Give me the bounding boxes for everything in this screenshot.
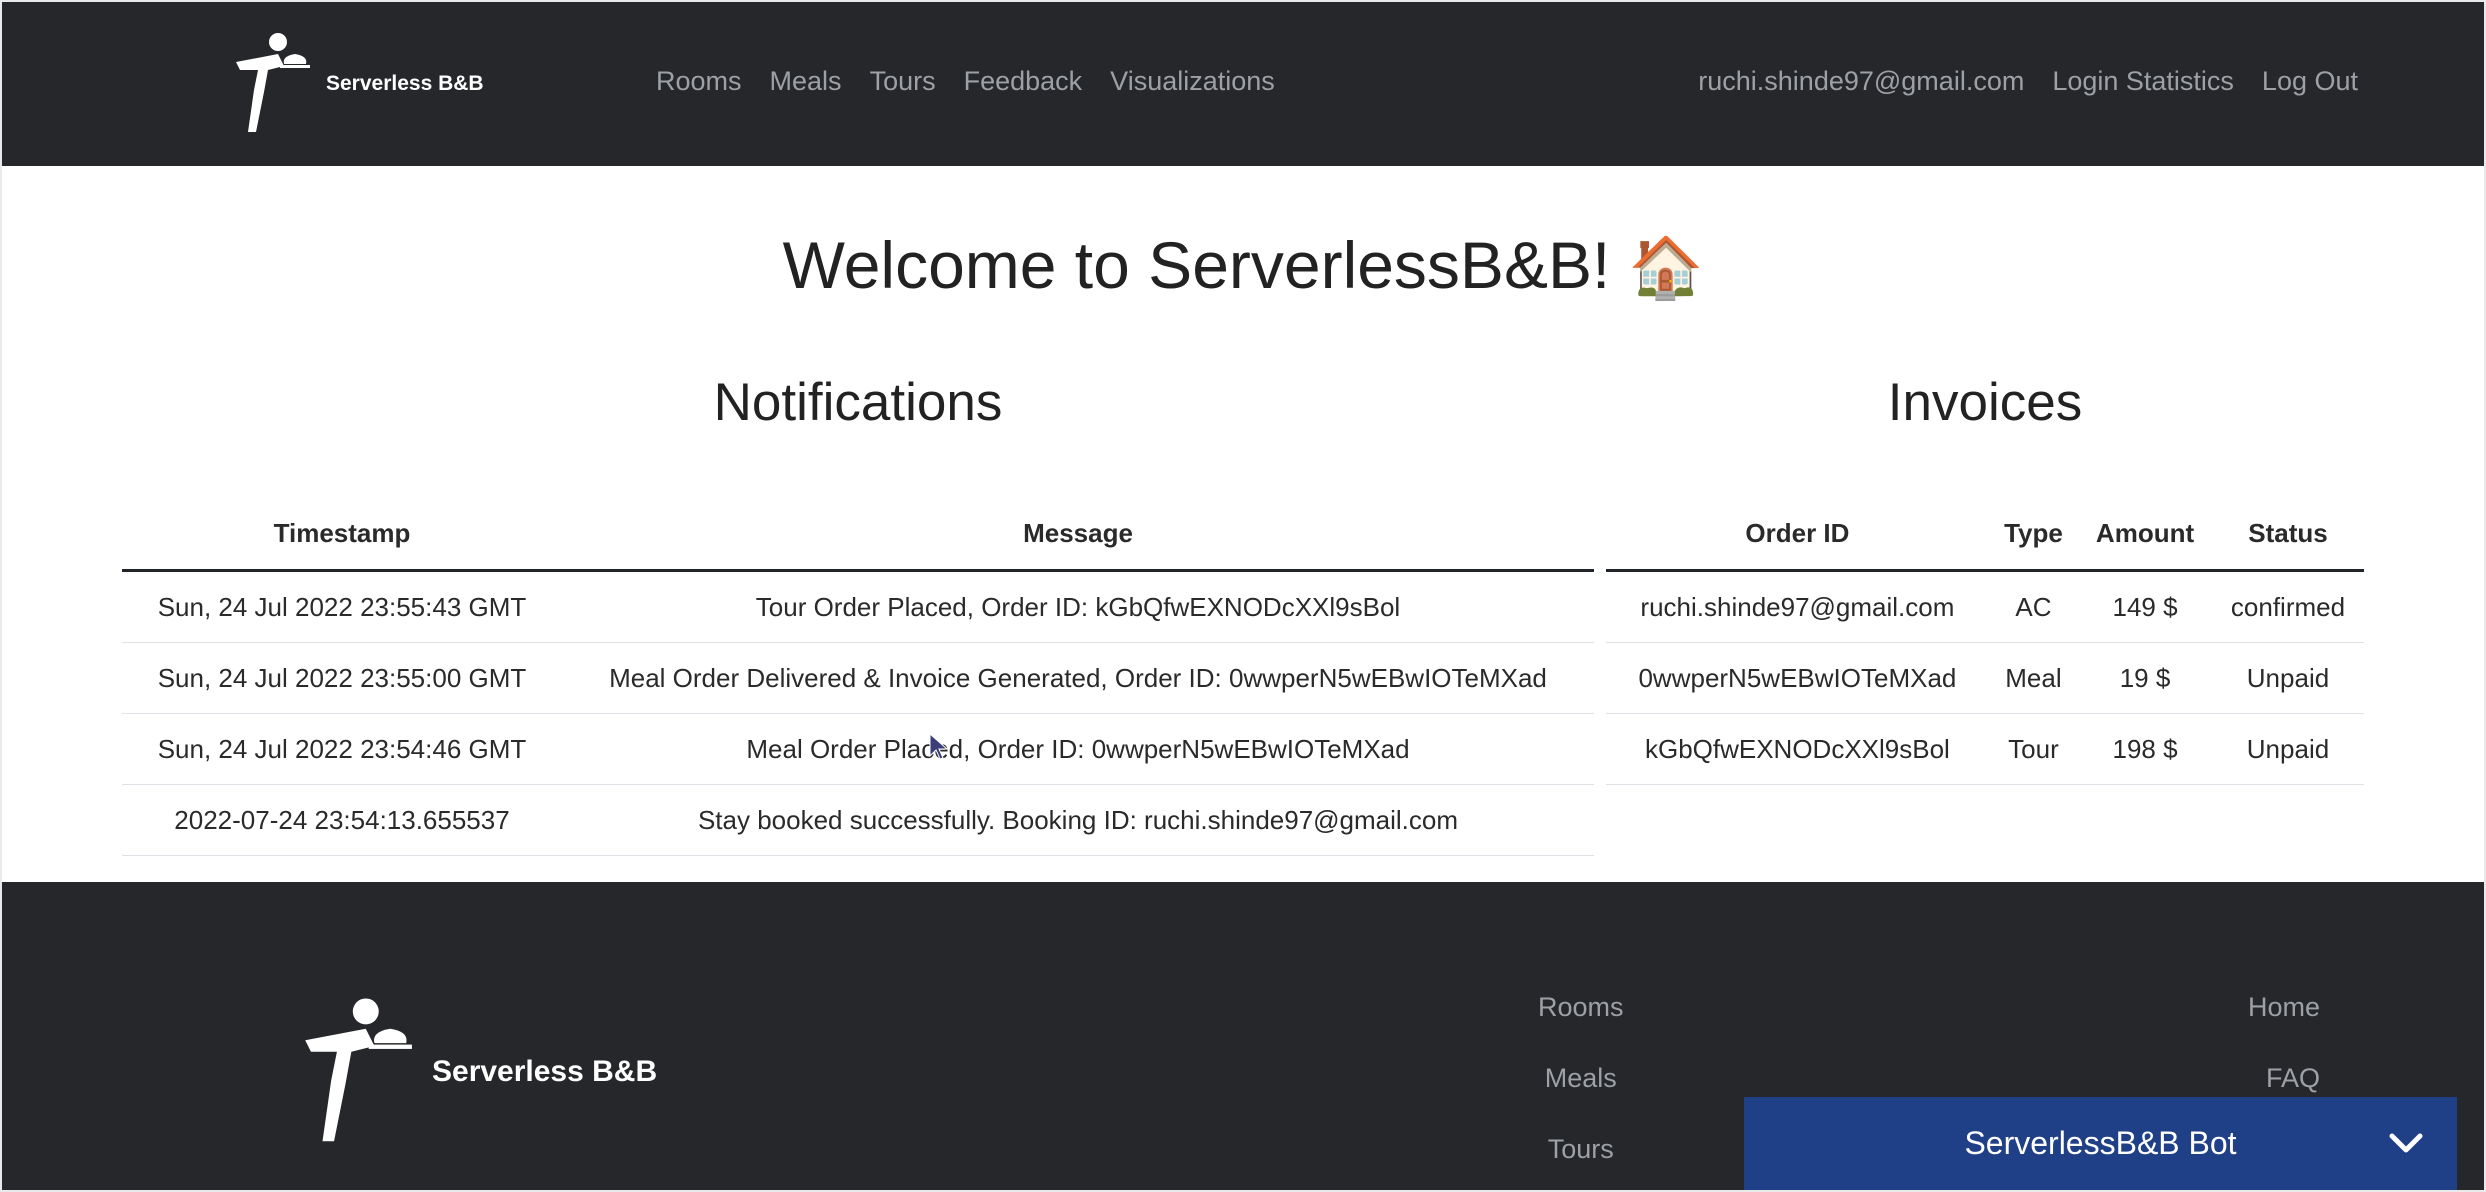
column-header-order-id: Order ID: [1606, 497, 1989, 572]
footer-link-tours[interactable]: Tours: [1548, 1134, 1614, 1165]
waiter-with-tray-icon: [236, 33, 310, 132]
column-header-amount: Amount: [2078, 497, 2212, 572]
table-row: ruchi.shinde97@gmail.com AC 149 $ confir…: [1606, 570, 2364, 643]
notification-timestamp: Sun, 24 Jul 2022 23:55:00 GMT: [122, 642, 562, 714]
column-header-timestamp: Timestamp: [122, 497, 562, 572]
nav-link-feedback[interactable]: Feedback: [964, 66, 1083, 97]
table-row: Sun, 24 Jul 2022 23:55:00 GMT Meal Order…: [122, 642, 1594, 714]
table-row: Sun, 24 Jul 2022 23:54:46 GMT Meal Order…: [122, 713, 1594, 785]
waiter-with-tray-icon: [305, 998, 412, 1142]
invoice-order-id: kGbQfwEXNODcXXl9sBol: [1606, 713, 1989, 785]
invoice-status: Unpaid: [2211, 713, 2364, 785]
nav-logout[interactable]: Log Out: [2262, 66, 2358, 97]
navbar: Serverless B&B Rooms Meals Tours Feedbac…: [2, 2, 2484, 166]
mouse-cursor-icon: [929, 732, 949, 760]
welcome-text: Welcome to ServerlessB&B!: [782, 228, 1611, 302]
table-row: 0wwperN5wEBwIOTeMXad Meal 19 $ Unpaid: [1606, 642, 2364, 714]
nav-link-meals[interactable]: Meals: [770, 66, 842, 97]
chatbot-widget-header[interactable]: ServerlessB&B Bot: [1744, 1097, 2457, 1190]
notifications-title: Notifications: [713, 373, 1003, 432]
invoice-amount: 149 $: [2078, 570, 2212, 643]
nav-link-tours[interactable]: Tours: [870, 66, 936, 97]
nav-links: Rooms Meals Tours Feedback Visualization…: [656, 66, 1275, 97]
invoice-type: Meal: [1988, 642, 2079, 714]
footer-brand-name: Serverless B&B: [432, 1055, 658, 1088]
nav-link-rooms[interactable]: Rooms: [656, 66, 742, 97]
nav-user-email[interactable]: ruchi.shinde97@gmail.com: [1698, 66, 2024, 97]
table-header-row: Order ID Type Amount Status: [1606, 497, 2364, 572]
table-row: Sun, 24 Jul 2022 23:55:43 GMT Tour Order…: [122, 570, 1594, 643]
column-header-type: Type: [1988, 497, 2079, 572]
invoice-amount: 19 $: [2078, 642, 2212, 714]
notification-message: Meal Order Delivered & Invoice Generated…: [562, 642, 1594, 714]
invoice-order-id: 0wwperN5wEBwIOTeMXad: [1606, 642, 1989, 714]
chevron-down-icon[interactable]: [2387, 1127, 2425, 1161]
welcome-heading: Welcome to ServerlessB&B! 🏠: [2, 227, 2484, 303]
table-row: kGbQfwEXNODcXXl9sBol Tour 198 $ Unpaid: [1606, 713, 2364, 785]
notification-timestamp: Sun, 24 Jul 2022 23:55:43 GMT: [122, 570, 562, 643]
notification-message: Stay booked successfully. Booking ID: ru…: [562, 784, 1594, 856]
app-frame: Serverless B&B Rooms Meals Tours Feedbac…: [2, 2, 2484, 1190]
invoice-type: Tour: [1988, 713, 2079, 785]
footer-link-rooms[interactable]: Rooms: [1538, 992, 1624, 1023]
table-header-row: Timestamp Message: [122, 497, 1594, 572]
invoices-table: Order ID Type Amount Status ruchi.shinde…: [1606, 497, 2364, 785]
invoice-type: AC: [1988, 570, 2079, 643]
footer-link-faq[interactable]: FAQ: [2266, 1063, 2320, 1094]
table-row: 2022-07-24 23:54:13.655537 Stay booked s…: [122, 784, 1594, 856]
footer-links-col-2: Home FAQ: [2248, 992, 2320, 1094]
notification-timestamp: 2022-07-24 23:54:13.655537: [122, 784, 562, 856]
house-emoji: 🏠: [1628, 234, 1704, 301]
notifications-table: Timestamp Message Sun, 24 Jul 2022 23:55…: [122, 497, 1594, 856]
brand-name: Serverless B&B: [326, 72, 484, 95]
invoice-status: Unpaid: [2211, 642, 2364, 714]
nav-right: ruchi.shinde97@gmail.com Login Statistic…: [1698, 66, 2358, 97]
invoice-order-id: ruchi.shinde97@gmail.com: [1606, 570, 1989, 643]
brand-logo-link[interactable]: Serverless B&B: [234, 32, 484, 136]
footer-brand[interactable]: Serverless B&B: [300, 997, 657, 1147]
chatbot-title: ServerlessB&B Bot: [1964, 1125, 2237, 1161]
invoice-amount: 198 $: [2078, 713, 2212, 785]
notification-message: Tour Order Placed, Order ID: kGbQfwEXNOD…: [562, 570, 1594, 643]
nav-login-statistics[interactable]: Login Statistics: [2052, 66, 2234, 97]
footer-link-home[interactable]: Home: [2248, 992, 2320, 1023]
nav-link-visualizations[interactable]: Visualizations: [1110, 66, 1275, 97]
footer-link-meals[interactable]: Meals: [1545, 1063, 1617, 1094]
notification-timestamp: Sun, 24 Jul 2022 23:54:46 GMT: [122, 713, 562, 785]
column-header-status: Status: [2211, 497, 2364, 572]
invoice-status: confirmed: [2211, 570, 2364, 643]
notification-message: Meal Order Placed, Order ID: 0wwperN5wEB…: [562, 713, 1594, 785]
footer-links-col-1: Rooms Meals Tours: [1538, 992, 1624, 1165]
column-header-message: Message: [562, 497, 1594, 572]
invoices-title: Invoices: [1887, 373, 2083, 432]
